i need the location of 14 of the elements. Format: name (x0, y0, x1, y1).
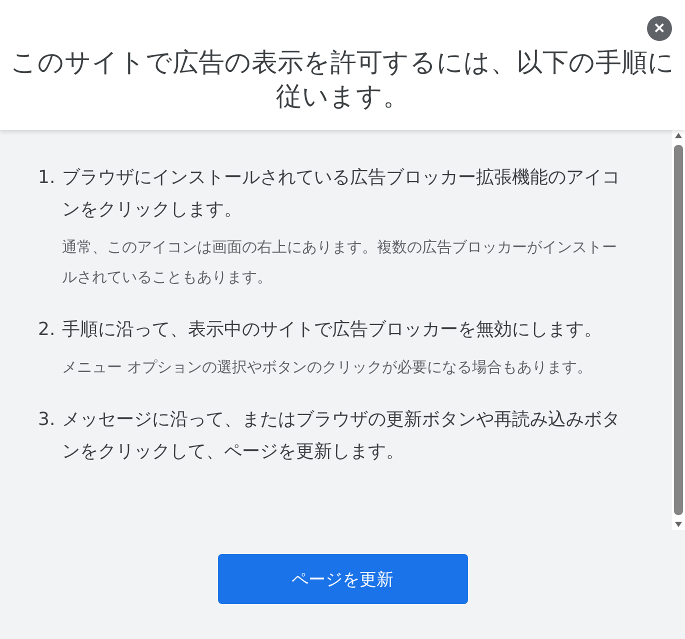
scroll-up-icon[interactable] (674, 132, 683, 139)
scroll-down-icon[interactable] (674, 521, 683, 528)
step-text: メッセージに沿って、またはブラウザの更新ボタンや再読み込みボタンをクリックして、ページを更新します。 (62, 408, 621, 464)
step-note: メニュー オプションの選択やボタンのクリックが必要になる場合もあります。 (62, 357, 593, 378)
step-number: 2. (38, 318, 56, 342)
step-text: ブラウザにインストールされている広告ブロッカー拡張機能のアイコンをクリックします。 (62, 166, 621, 222)
dialog-title: このサイトで広告の表示を許可するには、以下の手順に従います。 (10, 47, 676, 114)
step-number: 3. (38, 408, 56, 432)
step-note: 通常、このアイコンは画面の右上にあります。複数の広告ブロッカーがインストールされていることもあります。 (62, 237, 618, 288)
refresh-page-button[interactable]: ページを更新 (218, 554, 468, 604)
step-text: 手順に沿って、表示中のサイトで広告ブロッカーを無効にします。 (62, 318, 603, 342)
step-number: 1. (38, 166, 56, 190)
scrollbar[interactable] (672, 130, 685, 530)
close-button[interactable]: ✕ (647, 16, 672, 41)
